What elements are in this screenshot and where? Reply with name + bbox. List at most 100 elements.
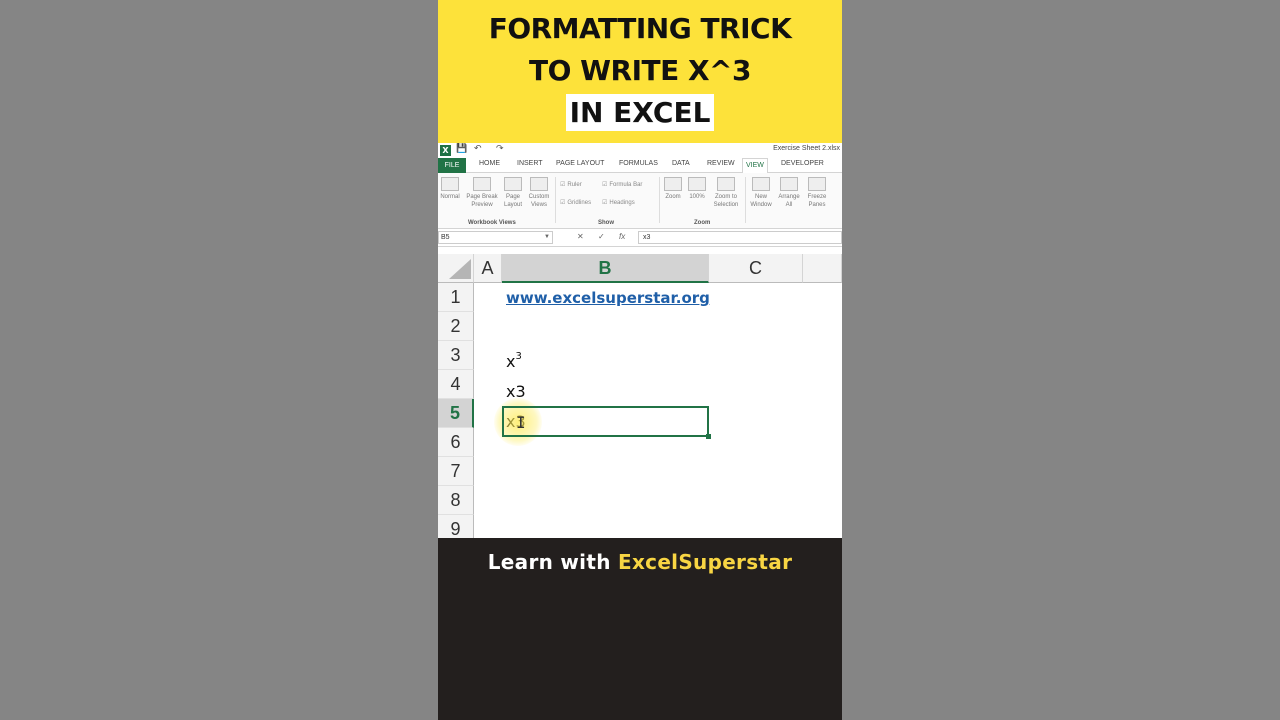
- new-window-button[interactable]: New Window: [748, 177, 774, 209]
- formula-input[interactable]: x3: [638, 231, 842, 244]
- select-all-icon: [449, 259, 471, 279]
- cta-brand: ExcelSuperstar: [618, 550, 793, 574]
- zoom-100-button[interactable]: 100%: [686, 177, 708, 201]
- tab-formulas[interactable]: FORMULAS: [619, 160, 658, 167]
- right-background: [842, 0, 1280, 720]
- ribbon-separator: [659, 177, 660, 223]
- row-header-6[interactable]: 6: [438, 428, 474, 457]
- cta-prefix: Learn with: [487, 550, 618, 574]
- zoom-button[interactable]: Zoom: [662, 177, 684, 201]
- page-layout-view-button[interactable]: Page Layout: [502, 177, 524, 209]
- row-header-8[interactable]: 8: [438, 486, 474, 515]
- row-header-1[interactable]: 1: [438, 283, 474, 312]
- page-break-preview-button[interactable]: Page Break Preview: [464, 177, 500, 209]
- text-cursor-icon: I: [516, 413, 526, 432]
- zoom-selection-label: Zoom to Selection: [713, 194, 739, 208]
- row-header-2[interactable]: 2: [438, 312, 474, 341]
- fill-handle[interactable]: [706, 434, 711, 439]
- gridlines-checkbox[interactable]: Gridlines: [560, 199, 591, 206]
- tab-page-layout[interactable]: PAGE LAYOUT: [556, 160, 604, 167]
- excel-window: X 💾 ↶ ↷ Exercise Sheet 2.xlsx FILE HOME …: [438, 143, 842, 538]
- freeze-panes-icon: [808, 177, 826, 191]
- arrange-all-label: Arrange All: [778, 194, 800, 208]
- tab-developer[interactable]: DEVELOPER: [781, 160, 824, 167]
- new-window-label: New Window: [750, 194, 772, 208]
- ribbon-separator: [555, 177, 556, 223]
- row-header-7[interactable]: 7: [438, 457, 474, 486]
- custom-views-icon: [530, 177, 548, 191]
- tab-insert[interactable]: INSERT: [517, 160, 543, 167]
- page-layout-icon: [504, 177, 522, 191]
- page-break-icon: [473, 177, 491, 191]
- row-header-3[interactable]: 3: [438, 341, 474, 370]
- ruler-checkbox[interactable]: Ruler: [560, 181, 581, 188]
- ribbon-separator: [745, 177, 746, 223]
- insert-function-icon[interactable]: fx: [619, 232, 625, 241]
- title-line-1: FORMATTING TRICK: [488, 12, 792, 45]
- page-break-label: Page Break Preview: [466, 194, 498, 208]
- custom-views-button[interactable]: Custom Views: [526, 177, 552, 209]
- undo-icon[interactable]: ↶: [474, 144, 482, 154]
- active-cell-border[interactable]: [502, 406, 711, 439]
- new-window-icon: [752, 177, 770, 191]
- quick-access-toolbar: X 💾 ↶ ↷ Exercise Sheet 2.xlsx: [438, 143, 842, 158]
- formula-bar-checkbox[interactable]: Formula Bar: [602, 181, 642, 188]
- cell-b3[interactable]: x3: [506, 351, 522, 371]
- cell-b4[interactable]: x3: [506, 382, 526, 401]
- workbook-views-group-label: Workbook Views: [468, 220, 516, 226]
- formula-bar: B5 ▼ ✕ ✓ fx x3: [438, 229, 842, 247]
- page-layout-label: Page Layout: [503, 194, 522, 208]
- zoom-100-label: 100%: [689, 194, 705, 200]
- normal-view-icon: [441, 177, 459, 191]
- column-header-d[interactable]: [803, 254, 842, 283]
- call-to-action: Learn with ExcelSuperstar: [438, 550, 842, 574]
- file-name: Exercise Sheet 2.xlsx: [773, 145, 840, 152]
- column-header-b[interactable]: B: [502, 254, 709, 283]
- save-icon[interactable]: 💾: [456, 144, 467, 154]
- title-banner: FORMATTING TRICK TO WRITE X^3 IN EXCEL: [438, 0, 842, 143]
- zoom-label: Zoom: [665, 194, 681, 200]
- cell-b1[interactable]: www.excelsuperstar.org: [506, 288, 710, 307]
- row-header-5[interactable]: 5: [438, 399, 474, 428]
- normal-view-label: Normal: [440, 194, 460, 200]
- tab-home[interactable]: HOME: [479, 160, 500, 167]
- name-box[interactable]: B5 ▼: [438, 231, 553, 244]
- excel-logo-icon: X: [440, 145, 451, 156]
- left-background: [0, 0, 438, 720]
- tab-review[interactable]: REVIEW: [707, 160, 735, 167]
- show-group-label: Show: [598, 220, 614, 226]
- video-frame: FORMATTING TRICK TO WRITE X^3 IN EXCEL X…: [438, 0, 842, 720]
- zoom-to-selection-button[interactable]: Zoom to Selection: [710, 177, 742, 209]
- arrange-all-button[interactable]: Arrange All: [776, 177, 802, 209]
- row-header-9[interactable]: 9: [438, 515, 474, 538]
- cancel-icon[interactable]: ✕: [577, 232, 584, 241]
- normal-view-button[interactable]: Normal: [438, 177, 462, 201]
- tab-file[interactable]: FILE: [438, 158, 466, 173]
- headings-checkbox[interactable]: Headings: [602, 199, 634, 206]
- tab-view[interactable]: VIEW: [742, 158, 768, 174]
- footer-band: Learn with ExcelSuperstar: [438, 538, 842, 720]
- select-all-button[interactable]: [438, 254, 474, 283]
- chevron-down-icon[interactable]: ▼: [544, 232, 550, 243]
- zoom-100-icon: [688, 177, 706, 191]
- column-header-c[interactable]: C: [709, 254, 803, 283]
- zoom-icon: [664, 177, 682, 191]
- column-header-a[interactable]: A: [474, 254, 502, 283]
- title-line-3-wrap: IN EXCEL: [438, 94, 842, 131]
- custom-views-label: Custom Views: [528, 194, 550, 208]
- zoom-selection-icon: [717, 177, 735, 191]
- tab-data[interactable]: DATA: [672, 160, 690, 167]
- freeze-panes-button[interactable]: Freeze Panes: [804, 177, 830, 209]
- row-header-4[interactable]: 4: [438, 370, 474, 399]
- enter-icon[interactable]: ✓: [598, 232, 605, 241]
- zoom-group-label: Zoom: [694, 220, 711, 226]
- freeze-panes-label: Freeze Panes: [807, 194, 827, 208]
- ribbon: Normal Page Break Preview Page Layout Cu…: [438, 173, 842, 229]
- ribbon-tabs: FILE HOME INSERT PAGE LAYOUT FORMULAS DA…: [438, 158, 842, 174]
- name-box-value: B5: [441, 234, 450, 241]
- website-link[interactable]: www.excelsuperstar.org: [506, 289, 710, 307]
- title-line-2: TO WRITE X^3: [528, 54, 752, 87]
- arrange-all-icon: [780, 177, 798, 191]
- redo-icon[interactable]: ↷: [496, 144, 504, 154]
- worksheet-grid: A B C 1 2 3 4 5 6 7 8 9 www.excelsuperst…: [438, 248, 842, 538]
